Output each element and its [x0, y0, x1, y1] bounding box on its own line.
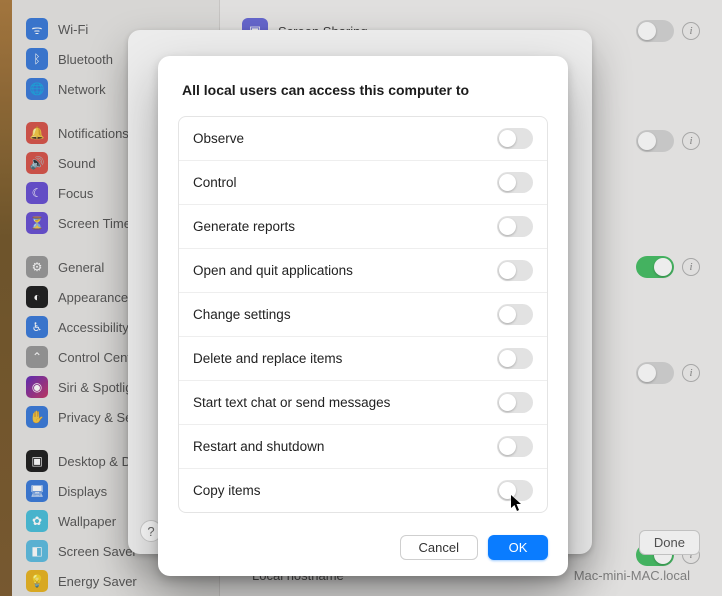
done-button[interactable]: Done	[639, 530, 700, 555]
wallpaper-icon: ✿	[26, 510, 48, 532]
option-label: Delete and replace items	[193, 351, 342, 366]
desktop-icon: ▣	[26, 450, 48, 472]
wifi-icon: ᯤ	[26, 18, 48, 40]
sidebar-item-label: Energy Saver	[58, 574, 137, 589]
option-observe: Observe	[179, 117, 547, 161]
sidebar-item-label: General	[58, 260, 104, 275]
sidebar-item-label: Wallpaper	[58, 514, 116, 529]
option-label: Generate reports	[193, 219, 295, 234]
option-label: Control	[193, 175, 237, 190]
toggle-delete-replace[interactable]	[497, 348, 533, 369]
toggle-bg-3[interactable]	[636, 256, 674, 278]
info-icon[interactable]: i	[682, 546, 700, 564]
option-text-chat: Start text chat or send messages	[179, 381, 547, 425]
option-label: Copy items	[193, 483, 261, 498]
info-icon[interactable]: i	[682, 132, 700, 150]
option-delete-replace: Delete and replace items	[179, 337, 547, 381]
accessibility-icon: ♿︎	[26, 316, 48, 338]
control-centre-icon: ⌃	[26, 346, 48, 368]
permissions-dialog: All local users can access this computer…	[158, 56, 568, 576]
gear-icon: ⚙	[26, 256, 48, 278]
hand-icon: ✋	[26, 406, 48, 428]
toggle-observe[interactable]	[497, 128, 533, 149]
moon-icon: ☾	[26, 182, 48, 204]
bg-row-6: i	[238, 576, 704, 596]
option-control: Control	[179, 161, 547, 205]
toggle-generate-reports[interactable]	[497, 216, 533, 237]
sidebar-item-label: Wi-Fi	[58, 22, 88, 37]
local-hostname-value: Mac-mini-MAC.local	[574, 568, 690, 583]
screensaver-icon: ◧	[26, 540, 48, 562]
toggle-change-settings[interactable]	[497, 304, 533, 325]
sidebar-item-label: Screen Saver	[58, 544, 137, 559]
info-icon[interactable]: i	[682, 258, 700, 276]
option-copy-items: Copy items	[179, 469, 547, 512]
option-label: Restart and shutdown	[193, 439, 324, 454]
toggle-bg-2[interactable]	[636, 130, 674, 152]
option-generate-reports: Generate reports	[179, 205, 547, 249]
sidebar-item-label: Appearance	[58, 290, 128, 305]
sidebar-item-label: Focus	[58, 186, 93, 201]
toggle-text-chat[interactable]	[497, 392, 533, 413]
sidebar-item-label: Displays	[58, 484, 107, 499]
cancel-button[interactable]: Cancel	[400, 535, 478, 560]
bell-icon: 🔔	[26, 122, 48, 144]
siri-icon: ◉	[26, 376, 48, 398]
toggle-control[interactable]	[497, 172, 533, 193]
option-label: Change settings	[193, 307, 291, 322]
sidebar-item-label: Sound	[58, 156, 96, 171]
sidebar-item-label: Accessibility	[58, 320, 129, 335]
ok-button[interactable]: OK	[488, 535, 548, 560]
toggle-restart-shutdown[interactable]	[497, 436, 533, 457]
dialog-actions: Cancel OK	[178, 535, 548, 560]
sidebar-item-label: Screen Time	[58, 216, 131, 231]
network-icon: 🌐	[26, 78, 48, 100]
option-label: Observe	[193, 131, 244, 146]
option-open-quit-apps: Open and quit applications	[179, 249, 547, 293]
dialog-title: All local users can access this computer…	[182, 82, 544, 98]
desktop-strip	[0, 0, 12, 596]
option-restart-shutdown: Restart and shutdown	[179, 425, 547, 469]
appearance-icon: ◐	[26, 286, 48, 308]
toggle-copy-items[interactable]	[497, 480, 533, 501]
sidebar-item-label: Bluetooth	[58, 52, 113, 67]
toggle-bg-5[interactable]	[636, 544, 674, 566]
display-icon: 🖥	[26, 480, 48, 502]
option-label: Start text chat or send messages	[193, 395, 390, 410]
toggle-open-quit-apps[interactable]	[497, 260, 533, 281]
options-list: Observe Control Generate reports Open an…	[178, 116, 548, 513]
info-icon[interactable]: i	[682, 364, 700, 382]
sidebar-item-label: Network	[58, 82, 106, 97]
toggle-bg-4[interactable]	[636, 362, 674, 384]
hourglass-icon: ⏳	[26, 212, 48, 234]
sidebar-item-label: Notifications	[58, 126, 129, 141]
bulb-icon: 💡	[26, 570, 48, 592]
speaker-icon: 🔊	[26, 152, 48, 174]
info-icon[interactable]: i	[682, 22, 700, 40]
option-change-settings: Change settings	[179, 293, 547, 337]
bluetooth-icon: ᛒ	[26, 48, 48, 70]
toggle-screen-sharing[interactable]	[636, 20, 674, 42]
option-label: Open and quit applications	[193, 263, 353, 278]
